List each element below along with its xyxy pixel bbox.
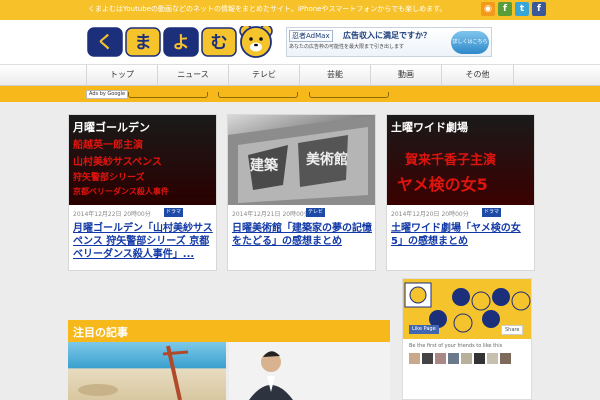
- nav-item-other[interactable]: その他: [441, 65, 513, 86]
- ad-subtext: あなたの広告枠の可能性を最大限まで引き出します: [289, 44, 405, 50]
- ad-brand: 忍者AdMax: [289, 30, 333, 42]
- article-title-link[interactable]: 月曜ゴールデン「山村美紗サスペンス 狩矢警部シリーズ 京都ベリーダンス殺人事件」…: [73, 222, 213, 261]
- thumbnail-text: 山村美紗サスペンス: [73, 157, 162, 168]
- main-nav: トップ ニュース テレビ 芸能 動画 その他: [0, 64, 600, 86]
- top-bar: くまよむはYoutubeの動画などのネットの情報をまとめたサイト。iPhoneや…: [0, 0, 600, 20]
- nav-item-tv[interactable]: テレビ: [228, 65, 299, 86]
- rss-icon[interactable]: ◉: [481, 2, 495, 16]
- article-thumbnail[interactable]: 月曜ゴールデン 船越英一郎主演 山村美紗サスペンス 狩矢警部シリーズ 京都ベリー…: [69, 115, 216, 205]
- article-card[interactable]: 土曜ワイド劇場 賀来千香子主演 ヤメ検の女5 2014年12月20日 20時00…: [386, 114, 535, 271]
- nav-item-news[interactable]: ニュース: [157, 65, 228, 86]
- twitter-icon[interactable]: t: [515, 2, 529, 16]
- thumbnail-text: 土曜ワイド劇場: [391, 121, 468, 134]
- avatar[interactable]: [448, 353, 459, 364]
- category-badge[interactable]: ドラマ: [482, 208, 502, 217]
- ad-detail-button[interactable]: 詳しくはこちら: [451, 31, 489, 54]
- article-date: 2014年12月21日 20時00分: [232, 211, 310, 218]
- section-header: 注目の記事: [68, 320, 390, 342]
- article-thumbnail[interactable]: 土曜ワイド劇場 賀来千香子主演 ヤメ検の女5: [387, 115, 534, 205]
- logo-char: ま: [135, 33, 152, 53]
- article-thumbnail[interactable]: 建築 美術館: [228, 115, 375, 205]
- logo-char: く: [97, 33, 114, 53]
- nav-item-entertainment[interactable]: 芸能: [299, 65, 370, 86]
- category-badge[interactable]: ドラマ: [164, 208, 184, 217]
- logo-graphic: くまよむ: [87, 24, 273, 58]
- thumbnail-text: 狩矢警部シリーズ: [73, 173, 145, 183]
- avatar[interactable]: [435, 353, 446, 364]
- featured-photo[interactable]: [68, 342, 226, 400]
- ads-by-google-label[interactable]: Ads by Google: [86, 90, 129, 99]
- avatar[interactable]: [409, 353, 420, 364]
- beach-photo: [78, 345, 189, 400]
- feedly-icon[interactable]: f: [498, 2, 512, 16]
- fb-friends-text: Be the first of your friends to like thi…: [409, 343, 503, 349]
- bear-face-icon: [239, 24, 273, 58]
- nav-divider: [513, 65, 514, 86]
- admax-banner[interactable]: 忍者AdMax 広告収入に満足ですか？ あなたの広告枠の可能性を最大限まで引き出…: [286, 27, 492, 57]
- article-card[interactable]: 月曜ゴールデン 船越英一郎主演 山村美紗サスペンス 狩矢警部シリーズ 京都ベリー…: [68, 114, 217, 271]
- facebook-icon[interactable]: f: [532, 2, 546, 16]
- site-header: く ま よ む 忍者AdMax 広告収入に満足ですか？ あなたの広告枠の可能性を最大限…: [0, 20, 600, 64]
- thumbnail-text: 船越英一郎主演: [73, 140, 143, 151]
- nav-item-top[interactable]: トップ: [86, 65, 157, 86]
- thumbnail-text: 賀来千香子主演: [405, 153, 497, 168]
- site-tagline: くまよむはYoutubeの動画などのネットの情報をまとめたサイト。iPhoneや…: [88, 5, 447, 13]
- logo-char: よ: [173, 33, 190, 53]
- avatar[interactable]: [461, 353, 472, 364]
- nav-item-video[interactable]: 動画: [370, 65, 441, 86]
- article-title-link[interactable]: 日曜美術館「建築家の夢の記憶をたどる」の感想まとめ: [232, 222, 372, 248]
- fb-page-cover[interactable]: Like Page Share: [403, 279, 531, 339]
- featured-photo[interactable]: [229, 342, 390, 400]
- thumbnail-text: 建築: [250, 158, 278, 174]
- logo-char: む: [211, 33, 228, 53]
- site-logo[interactable]: くまよむ: [86, 24, 276, 58]
- avatar[interactable]: [487, 353, 498, 364]
- thumbnail-text: ヤメ検の女5: [397, 175, 488, 194]
- article-title-link[interactable]: 土曜ワイド劇場「ヤメ検の女5」の感想まとめ: [391, 222, 531, 248]
- ad-link-slot[interactable]: [128, 92, 208, 98]
- facebook-like-box: Like Page Share Be the first of your fri…: [402, 278, 532, 400]
- thumbnail-text: 月曜ゴールデン: [73, 121, 150, 134]
- ads-link-bar: Ads by Google: [0, 86, 600, 102]
- thumbnail-text: 美術館: [306, 152, 348, 168]
- avatar[interactable]: [474, 353, 485, 364]
- avatar[interactable]: [422, 353, 433, 364]
- fb-share-button[interactable]: Share: [501, 325, 524, 335]
- article-date: 2014年12月22日 20時00分: [73, 211, 151, 218]
- avatar[interactable]: [500, 353, 511, 364]
- thumbnail-text: 京都ベリーダンス殺人事件: [73, 187, 169, 196]
- section-title: 注目の記事: [73, 326, 128, 339]
- ad-link-slot[interactable]: [309, 92, 389, 98]
- article-card[interactable]: 建築 美術館 2014年12月21日 20時00分 テレビ 日曜美術館「建築家の…: [227, 114, 376, 271]
- ad-link-slot[interactable]: [218, 92, 298, 98]
- article-date: 2014年12月20日 20時00分: [391, 211, 469, 218]
- category-badge[interactable]: テレビ: [306, 208, 326, 217]
- ad-headline: 広告収入に満足ですか？: [343, 31, 431, 40]
- fb-like-page-button[interactable]: Like Page: [409, 325, 439, 334]
- person-photo: [249, 351, 293, 400]
